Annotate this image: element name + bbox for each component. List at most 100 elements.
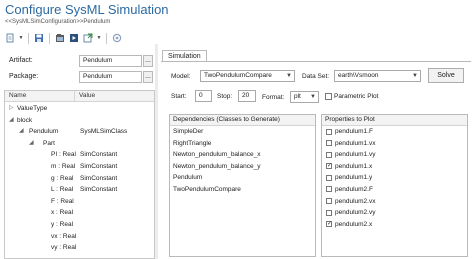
- start-input[interactable]: 0: [195, 90, 212, 102]
- tree-row-name: F : Real: [51, 197, 74, 205]
- parametric-plot-label: Parametric Plot: [334, 93, 379, 100]
- tree-row[interactable]: F : Real: [5, 196, 154, 207]
- dependency-item[interactable]: RightTriangle: [170, 138, 315, 150]
- tree-header-name[interactable]: Name: [5, 91, 75, 101]
- unchecked-checkbox[interactable]: [326, 174, 332, 181]
- unchecked-checkbox[interactable]: [326, 128, 332, 135]
- tree-row[interactable]: g : Real SimConstant: [5, 173, 154, 184]
- stop-input[interactable]: 20: [238, 90, 256, 102]
- tree-row[interactable]: vx : Real: [5, 231, 154, 242]
- dataset-select-value: earth\Vsmoon: [338, 72, 379, 79]
- artifact-label: Artifact:: [9, 57, 33, 64]
- property-item[interactable]: pendulum2.vx: [322, 196, 467, 208]
- model-select[interactable]: TwoPendulumCompare ▼: [200, 70, 295, 82]
- save-icon[interactable]: [33, 32, 45, 44]
- unchecked-checkbox[interactable]: [326, 198, 332, 205]
- window-title: Configure SysML Simulation: [5, 2, 169, 17]
- unchecked-checkbox[interactable]: [326, 140, 332, 147]
- start-label: Start:: [171, 93, 187, 100]
- model-select-value: TwoPendulumCompare: [204, 72, 272, 79]
- property-name: pendulum1.vy: [335, 151, 376, 159]
- package-field[interactable]: Pendulum: [79, 71, 142, 83]
- property-item[interactable]: pendulum1.F: [322, 126, 467, 138]
- chevron-down-icon[interactable]: ▼: [18, 32, 24, 44]
- new-doc-icon[interactable]: [4, 32, 16, 44]
- parametric-plot-checkbox[interactable]: [325, 93, 332, 100]
- package-browse-button[interactable]: ...: [143, 71, 153, 83]
- property-item[interactable]: ✓ pendulum2.x: [322, 219, 467, 231]
- dependency-item[interactable]: Newton_pendulum_balance_y: [170, 161, 315, 173]
- stop-label: Stop:: [217, 93, 233, 100]
- unchecked-checkbox[interactable]: [326, 209, 332, 216]
- export-icon[interactable]: [82, 32, 94, 44]
- collapse-arrow-icon[interactable]: ◢: [29, 138, 34, 149]
- tree-header: Name Value: [5, 91, 154, 102]
- properties-list[interactable]: Properties to Plot pendulum1.F pendulum1.…: [321, 114, 468, 257]
- property-name: pendulum1.x: [335, 162, 373, 170]
- dependency-item[interactable]: SimpleDer: [170, 126, 315, 138]
- tree-row-value: SysMLSimClass: [80, 128, 128, 136]
- package-label: Package:: [9, 73, 39, 80]
- artifact-field[interactable]: Pendulum: [79, 55, 142, 67]
- tree-row[interactable]: x : Real: [5, 207, 154, 218]
- tree-row[interactable]: vy : Real: [5, 242, 154, 253]
- tree-row-value: SimConstant: [80, 174, 118, 182]
- tree-row-name: L : Real: [51, 186, 74, 194]
- tree-row-name: Part: [43, 139, 55, 147]
- checked-checkbox[interactable]: ✓: [326, 163, 332, 170]
- property-name: pendulum2.vy: [335, 209, 376, 217]
- expand-arrow-icon[interactable]: ▷: [9, 103, 14, 114]
- settings-icon[interactable]: [111, 32, 123, 44]
- property-item[interactable]: ✓ pendulum1.x: [322, 161, 467, 173]
- property-name: pendulum2.vx: [335, 197, 376, 205]
- tree-row[interactable]: L : Real SimConstant: [5, 184, 154, 195]
- artifact-browse-button[interactable]: ...: [143, 55, 153, 67]
- dependency-item[interactable]: Newton_pendulum_balance_x: [170, 149, 315, 161]
- chevron-down-icon[interactable]: ▼: [96, 32, 102, 44]
- tree-row[interactable]: PI : Real SimConstant: [5, 149, 154, 160]
- collapse-arrow-icon[interactable]: ◢: [19, 126, 24, 137]
- property-name: pendulum1.F: [335, 128, 373, 135]
- solve-button[interactable]: Solve: [428, 68, 464, 83]
- dependencies-header: Dependencies (Classes to Generate): [170, 115, 315, 126]
- model-label: Model:: [171, 73, 191, 80]
- property-item[interactable]: pendulum2.F: [322, 184, 467, 196]
- tree-row-value: SimConstant: [80, 151, 118, 159]
- dependency-item[interactable]: Pendulum: [170, 172, 315, 184]
- property-item[interactable]: pendulum1.vy: [322, 149, 467, 161]
- unchecked-checkbox[interactable]: [326, 151, 332, 158]
- model-tree[interactable]: Name Value ▷ ValueType ◢ block ◢ Pendulum SysM…: [4, 90, 155, 259]
- property-item[interactable]: pendulum1.vx: [322, 138, 467, 150]
- collapse-arrow-icon[interactable]: ◢: [9, 115, 14, 126]
- checked-checkbox[interactable]: ✓: [326, 221, 332, 228]
- tree-row-name: m : Real: [51, 163, 76, 170]
- property-name: pendulum1.y: [335, 174, 373, 182]
- chevron-down-icon: ▼: [310, 94, 316, 100]
- breadcrumb: <<SysMLSimConfiguration>>Pendulum: [5, 19, 111, 25]
- tree-row-value: SimConstant: [80, 163, 118, 170]
- toolbar-separator: [49, 32, 50, 44]
- dataset-select[interactable]: earth\Vsmoon ▼: [334, 70, 421, 82]
- tree-row-name: vy : Real: [51, 244, 77, 252]
- tree-row-name: y : Real: [51, 221, 74, 228]
- open-icon[interactable]: [54, 32, 66, 44]
- tree-row[interactable]: ◢ Part: [5, 138, 154, 149]
- property-item[interactable]: pendulum1.y: [322, 172, 467, 184]
- panel-splitter[interactable]: [155, 44, 158, 259]
- tree-row-name: block: [17, 116, 33, 124]
- property-name: pendulum2.F: [335, 185, 373, 193]
- toolbar-separator: [106, 32, 107, 44]
- format-select[interactable]: plt ▼: [290, 91, 319, 103]
- property-item[interactable]: pendulum2.vy: [322, 207, 467, 219]
- dependencies-list[interactable]: Dependencies (Classes to Generate) Simpl…: [169, 114, 316, 257]
- dependency-item[interactable]: TwoPendulumCompare: [170, 184, 315, 196]
- tree-row[interactable]: ◢ block: [5, 115, 154, 126]
- format-label: Format:: [262, 94, 285, 101]
- tree-row[interactable]: ◢ Pendulum SysMLSimClass: [5, 126, 154, 137]
- tree-row[interactable]: y : Real: [5, 219, 154, 230]
- tree-row[interactable]: m : Real SimConstant: [5, 161, 154, 172]
- tree-header-value[interactable]: Value: [75, 91, 95, 101]
- run-icon[interactable]: [68, 32, 80, 44]
- tree-row[interactable]: ▷ ValueType: [5, 103, 154, 114]
- unchecked-checkbox[interactable]: [326, 186, 332, 193]
